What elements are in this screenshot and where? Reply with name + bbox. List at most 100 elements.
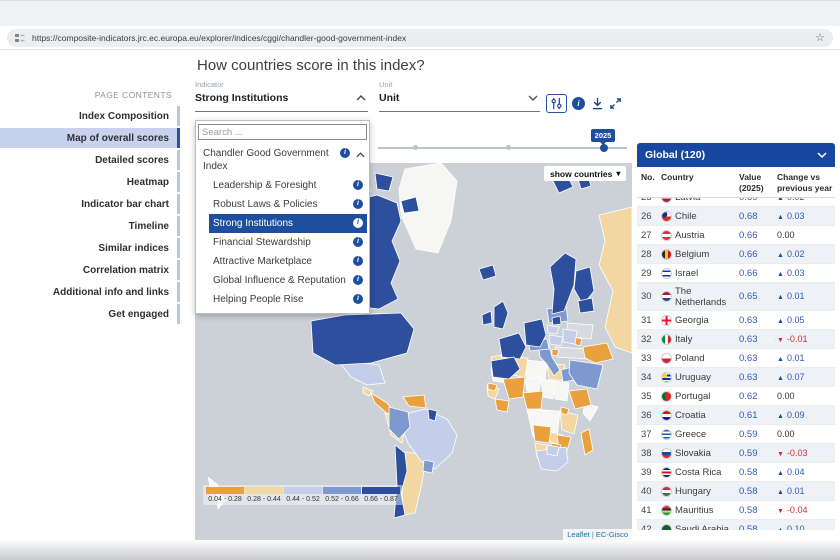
- unit-select-value: Unit: [379, 92, 540, 104]
- search-input[interactable]: [198, 124, 367, 140]
- dropdown-item-strong-institutions[interactable]: Strong Institutionsi: [209, 214, 367, 233]
- country-name: The Netherlands: [675, 286, 739, 308]
- address-bar[interactable]: https://composite-indicators.jrc.ec.euro…: [7, 29, 833, 47]
- browser-chrome: [0, 0, 840, 26]
- show-countries-button[interactable]: show countries ▾: [544, 166, 626, 181]
- window-bottom-fade: [0, 540, 840, 560]
- rank-number: 30: [637, 291, 661, 302]
- sidebar-item-heatmap[interactable]: Heatmap: [0, 172, 180, 192]
- indicator-dropdown-list: Chandler Good Government IndexiLeadershi…: [196, 144, 369, 309]
- sidebar-item-correlation-matrix[interactable]: Correlation matrix: [0, 260, 180, 280]
- table-row[interactable]: 35Portugal0.620.00: [637, 387, 835, 406]
- flag-icon-mauritius: [661, 505, 672, 516]
- info-icon[interactable]: i: [353, 237, 363, 247]
- country-name: Austria: [675, 230, 739, 241]
- rankings-scroll-area[interactable]: 25Latvia0.69▲0.0226Chile0.68▲0.0327Austr…: [637, 198, 835, 530]
- table-row[interactable]: 39Costa Rica0.58▲0.04: [637, 463, 835, 482]
- col-header-country: Country: [661, 172, 739, 183]
- sidebar-item-label: Indicator bar chart: [81, 199, 169, 210]
- info-icon[interactable]: i: [353, 294, 363, 304]
- legend-item: 0.44 - 0.52: [284, 487, 322, 503]
- ec-gisco-link[interactable]: EC-Gisco: [596, 530, 628, 539]
- info-button[interactable]: i: [571, 94, 586, 113]
- download-button[interactable]: [590, 94, 605, 113]
- unit-select[interactable]: Unit Unit: [379, 80, 540, 112]
- info-icon[interactable]: i: [353, 218, 363, 228]
- rankings-group-header[interactable]: Global (120): [637, 143, 835, 167]
- dropdown-item-label: Helping People Rise: [213, 293, 353, 306]
- chevron-down-icon: [817, 152, 827, 158]
- country-name: Latvia: [675, 198, 739, 203]
- table-row[interactable]: 32Italy0.63▼-0.01: [637, 330, 835, 349]
- info-icon[interactable]: i: [353, 180, 363, 190]
- country-cell: Slovakia: [661, 448, 739, 459]
- sidebar-item-label: Index Composition: [79, 111, 169, 122]
- sidebar-item-detailed-scores[interactable]: Detailed scores: [0, 150, 180, 170]
- triangle-up-icon: ▲: [777, 375, 784, 382]
- dropdown-item-attractive-marketplace[interactable]: Attractive Marketplacei: [209, 252, 367, 271]
- flag-icon-italy: [661, 334, 672, 345]
- info-icon[interactable]: i: [353, 199, 363, 209]
- country-name: Mauritius: [675, 505, 739, 516]
- dropdown-item-financial-stewardship[interactable]: Financial Stewardshipi: [209, 233, 367, 252]
- sidebar-item-similar-indices[interactable]: Similar indices: [0, 238, 180, 258]
- country-name: Belgium: [675, 249, 739, 260]
- sidebar-item-get-engaged[interactable]: Get engaged: [0, 304, 180, 324]
- country-name: Israel: [675, 268, 739, 279]
- dropdown-item-chandler-good-government-index[interactable]: Chandler Good Government Indexi: [196, 144, 369, 176]
- table-row[interactable]: 38Slovakia0.59▼-0.03: [637, 444, 835, 463]
- sidebar-item-indicator-bar-chart[interactable]: Indicator bar chart: [0, 194, 180, 214]
- triangle-down-icon: ▼: [777, 337, 784, 344]
- table-row[interactable]: 28Belgium0.66▲0.02: [637, 245, 835, 264]
- url-text[interactable]: https://composite-indicators.jrc.ec.euro…: [32, 33, 807, 43]
- table-row[interactable]: 25Latvia0.69▲0.02: [637, 198, 835, 207]
- table-row[interactable]: 29Israel0.66▲0.03: [637, 264, 835, 283]
- indicator-select[interactable]: Indicator Strong Institutions: [195, 80, 368, 112]
- rankings-column-headers: No. Country Value (2025) Change vs previ…: [637, 167, 835, 198]
- table-row[interactable]: 26Chile0.68▲0.03: [637, 207, 835, 226]
- sidebar-item-map-of-overall-scores[interactable]: Map of overall scores: [0, 128, 180, 148]
- country-name: Chile: [675, 211, 739, 222]
- year-slider-tick: [413, 145, 418, 150]
- change-cell: ▼-0.03: [777, 448, 835, 459]
- dropdown-item-leadership-foresight[interactable]: Leadership & Foresighti: [209, 176, 367, 195]
- sidebar-item-label: Correlation matrix: [83, 265, 169, 276]
- legend-swatch: [362, 487, 400, 494]
- table-row[interactable]: 42Saudi Arabia0.58▲0.10: [637, 520, 835, 530]
- unit-select-label: Unit: [379, 80, 540, 89]
- table-row[interactable]: 33Poland0.63▲0.01: [637, 349, 835, 368]
- dropdown-item-label: Chandler Good Government Index: [203, 147, 340, 173]
- dropdown-item-helping-people-rise[interactable]: Helping People Risei: [209, 290, 367, 309]
- change-cell: ▲0.01: [777, 486, 835, 497]
- dropdown-item-robust-laws-policies[interactable]: Robust Laws & Policiesi: [209, 195, 367, 214]
- sidebar-item-timeline[interactable]: Timeline: [0, 216, 180, 236]
- table-row[interactable]: 41Mauritius0.58▼-0.04: [637, 501, 835, 520]
- change-value: 0.00: [777, 230, 795, 240]
- download-icon: [591, 97, 604, 110]
- dropdown-item-global-influence-reputation[interactable]: Global Influence & Reputationi: [209, 271, 367, 290]
- expand-button[interactable]: [608, 94, 623, 113]
- table-row[interactable]: 31Georgia0.63▲0.05: [637, 311, 835, 330]
- info-icon[interactable]: i: [353, 275, 363, 285]
- table-row[interactable]: 27Austria0.660.00: [637, 226, 835, 245]
- sidebar-item-index-composition[interactable]: Index Composition: [0, 106, 180, 126]
- site-info-icon[interactable]: [15, 33, 25, 43]
- table-row[interactable]: 37Greece0.590.00: [637, 425, 835, 444]
- map-attribution: Leaflet | EC-Gisco: [563, 529, 632, 540]
- change-value: 0.00: [777, 391, 795, 401]
- table-row[interactable]: 36Croatia0.61▲0.09: [637, 406, 835, 425]
- bookmark-star-icon[interactable]: ☆: [815, 33, 825, 44]
- table-row[interactable]: 30The Netherlands0.65▲0.01: [637, 283, 835, 311]
- leaflet-link[interactable]: Leaflet: [567, 530, 590, 539]
- sidebar-item-additional-info-and-links[interactable]: Additional info and links: [0, 282, 180, 302]
- flag-icon-belgium: [661, 249, 672, 260]
- info-icon[interactable]: i: [340, 148, 350, 158]
- flag-icon-hungary: [661, 486, 672, 497]
- legend-swatch: [323, 487, 361, 494]
- info-icon[interactable]: i: [353, 256, 363, 266]
- table-row[interactable]: 34Uruguay0.63▲0.07: [637, 368, 835, 387]
- rank-number: 25: [637, 198, 661, 203]
- chevron-up-icon[interactable]: [356, 149, 365, 162]
- filter-button[interactable]: [546, 94, 567, 113]
- table-row[interactable]: 40Hungary0.58▲0.01: [637, 482, 835, 501]
